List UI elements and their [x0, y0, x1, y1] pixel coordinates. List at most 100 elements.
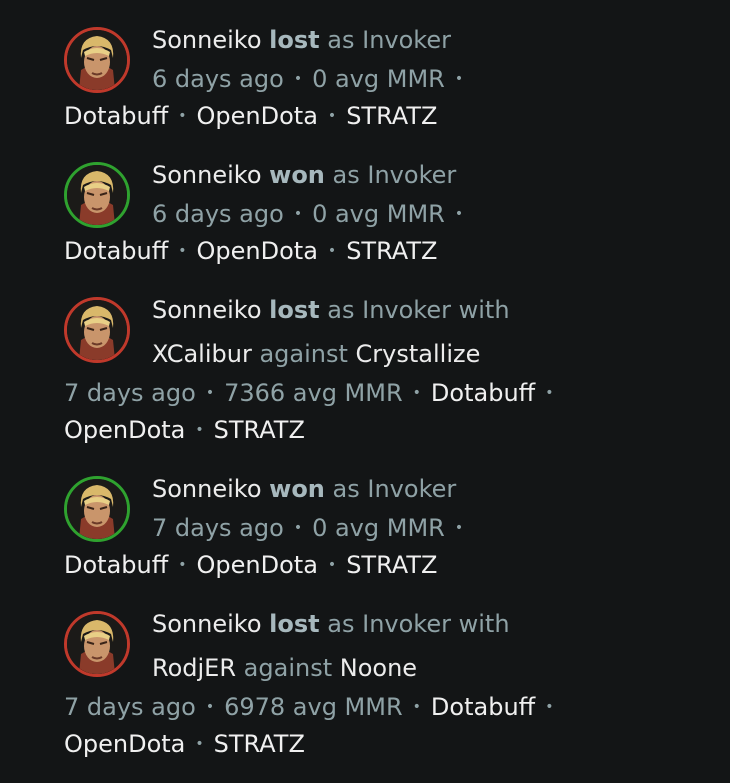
match-summary-line: Sonneiko won as Invoker: [152, 160, 456, 190]
avg-mmr: 0 avg MMR: [312, 514, 445, 542]
against-text: against: [259, 340, 348, 368]
as-text: as: [332, 475, 360, 503]
opponent-name[interactable]: Noone: [340, 654, 417, 682]
opendota-link[interactable]: OpenDota: [64, 730, 185, 758]
opendota-link[interactable]: OpenDota: [197, 102, 318, 130]
with-text: with: [458, 610, 510, 638]
invoker-portrait-icon: [67, 479, 127, 539]
match-result: lost: [269, 26, 320, 54]
hero-avatar-icon: [64, 27, 130, 93]
separator-dot: •: [412, 385, 421, 401]
opendota-link[interactable]: OpenDota: [197, 237, 318, 265]
match-meta-line: 7 days ago • 0 avg MMR •: [152, 513, 473, 543]
opendota-link[interactable]: OpenDota: [197, 551, 318, 579]
avg-mmr: 0 avg MMR: [312, 200, 445, 228]
match-time: 6 days ago: [152, 65, 284, 93]
hero-name: Invoker: [362, 296, 451, 324]
player-name[interactable]: Sonneiko: [152, 26, 262, 54]
stratz-link[interactable]: STRATZ: [346, 102, 437, 130]
separator-dot: •: [195, 422, 204, 438]
avg-mmr: 6978 avg MMR: [224, 693, 403, 721]
separator-dot: •: [293, 520, 303, 536]
match-teams-line: XCalibur against Crystallize: [152, 339, 480, 369]
match-summary-line: Sonneiko lost as Invoker with: [152, 295, 510, 325]
match-time: 7 days ago: [64, 693, 196, 721]
ally-name[interactable]: RodjER: [152, 654, 236, 682]
separator-dot: •: [178, 108, 187, 124]
separator-dot: •: [327, 557, 337, 573]
match-result: lost: [269, 610, 320, 638]
hero-avatar-icon: [64, 162, 130, 228]
stratz-link[interactable]: STRATZ: [214, 730, 305, 758]
match-teams-line: RodjER against Noone: [152, 653, 417, 683]
dotabuff-link[interactable]: Dotabuff: [431, 379, 535, 407]
separator-dot: •: [545, 699, 554, 715]
match-summary-line: Sonneiko lost as Invoker: [152, 25, 451, 55]
match-meta-line: 6 days ago • 0 avg MMR •: [152, 64, 473, 94]
hero-name: Invoker: [362, 26, 451, 54]
match-time: 6 days ago: [152, 200, 284, 228]
as-text: as: [327, 296, 355, 324]
as-text: as: [327, 610, 355, 638]
separator-dot: •: [195, 736, 204, 752]
separator-dot: •: [205, 385, 215, 401]
match-meta-line: 6 days ago • 0 avg MMR •: [152, 199, 473, 229]
hero-name: Invoker: [367, 475, 457, 503]
match-links-line: Dotabuff • OpenDota • STRATZ: [64, 101, 437, 131]
match-meta-line: 7 days ago • 6978 avg MMR • Dotabuff •: [64, 692, 563, 722]
separator-dot: •: [545, 385, 554, 401]
separator-dot: •: [293, 206, 303, 222]
avg-mmr: 7366 avg MMR: [224, 379, 403, 407]
match-meta-line: 7 days ago • 7366 avg MMR • Dotabuff •: [64, 378, 563, 408]
match-result: won: [269, 475, 325, 503]
separator-dot: •: [327, 243, 337, 259]
separator-dot: •: [454, 206, 464, 222]
separator-dot: •: [327, 108, 337, 124]
player-name[interactable]: Sonneiko: [152, 475, 262, 503]
player-name[interactable]: Sonneiko: [152, 296, 262, 324]
against-text: against: [243, 654, 333, 682]
separator-dot: •: [454, 520, 464, 536]
separator-dot: •: [454, 71, 464, 87]
dotabuff-link[interactable]: Dotabuff: [64, 102, 168, 130]
separator-dot: •: [293, 71, 303, 87]
avg-mmr: 0 avg MMR: [312, 65, 445, 93]
separator-dot: •: [412, 699, 421, 715]
hero-avatar-icon: [64, 476, 130, 542]
hero-avatar-icon: [64, 611, 130, 677]
separator-dot: •: [205, 699, 215, 715]
match-links-line: Dotabuff • OpenDota • STRATZ: [64, 236, 437, 266]
opponent-name[interactable]: Crystallize: [356, 340, 481, 368]
separator-dot: •: [178, 243, 187, 259]
match-links-line: OpenDota • STRATZ: [64, 729, 305, 759]
match-links-line: OpenDota • STRATZ: [64, 415, 305, 445]
invoker-portrait-icon: [67, 300, 127, 360]
hero-avatar-icon: [64, 297, 130, 363]
opendota-link[interactable]: OpenDota: [64, 416, 185, 444]
stratz-link[interactable]: STRATZ: [346, 551, 437, 579]
stratz-link[interactable]: STRATZ: [214, 416, 305, 444]
dotabuff-link[interactable]: Dotabuff: [64, 551, 168, 579]
dotabuff-link[interactable]: Dotabuff: [64, 237, 168, 265]
player-name[interactable]: Sonneiko: [152, 610, 262, 638]
with-text: with: [458, 296, 510, 324]
invoker-portrait-icon: [67, 30, 127, 90]
match-links-line: Dotabuff • OpenDota • STRATZ: [64, 550, 437, 580]
match-result: lost: [269, 296, 320, 324]
match-result: won: [269, 161, 325, 189]
separator-dot: •: [178, 557, 187, 573]
ally-name[interactable]: XCalibur: [152, 340, 252, 368]
hero-name: Invoker: [367, 161, 457, 189]
match-time: 7 days ago: [152, 514, 284, 542]
as-text: as: [327, 26, 355, 54]
player-name[interactable]: Sonneiko: [152, 161, 262, 189]
invoker-portrait-icon: [67, 614, 127, 674]
match-time: 7 days ago: [64, 379, 196, 407]
dotabuff-link[interactable]: Dotabuff: [431, 693, 535, 721]
hero-name: Invoker: [362, 610, 451, 638]
match-summary-line: Sonneiko won as Invoker: [152, 474, 456, 504]
as-text: as: [332, 161, 360, 189]
stratz-link[interactable]: STRATZ: [346, 237, 437, 265]
invoker-portrait-icon: [67, 165, 127, 225]
match-summary-line: Sonneiko lost as Invoker with: [152, 609, 510, 639]
